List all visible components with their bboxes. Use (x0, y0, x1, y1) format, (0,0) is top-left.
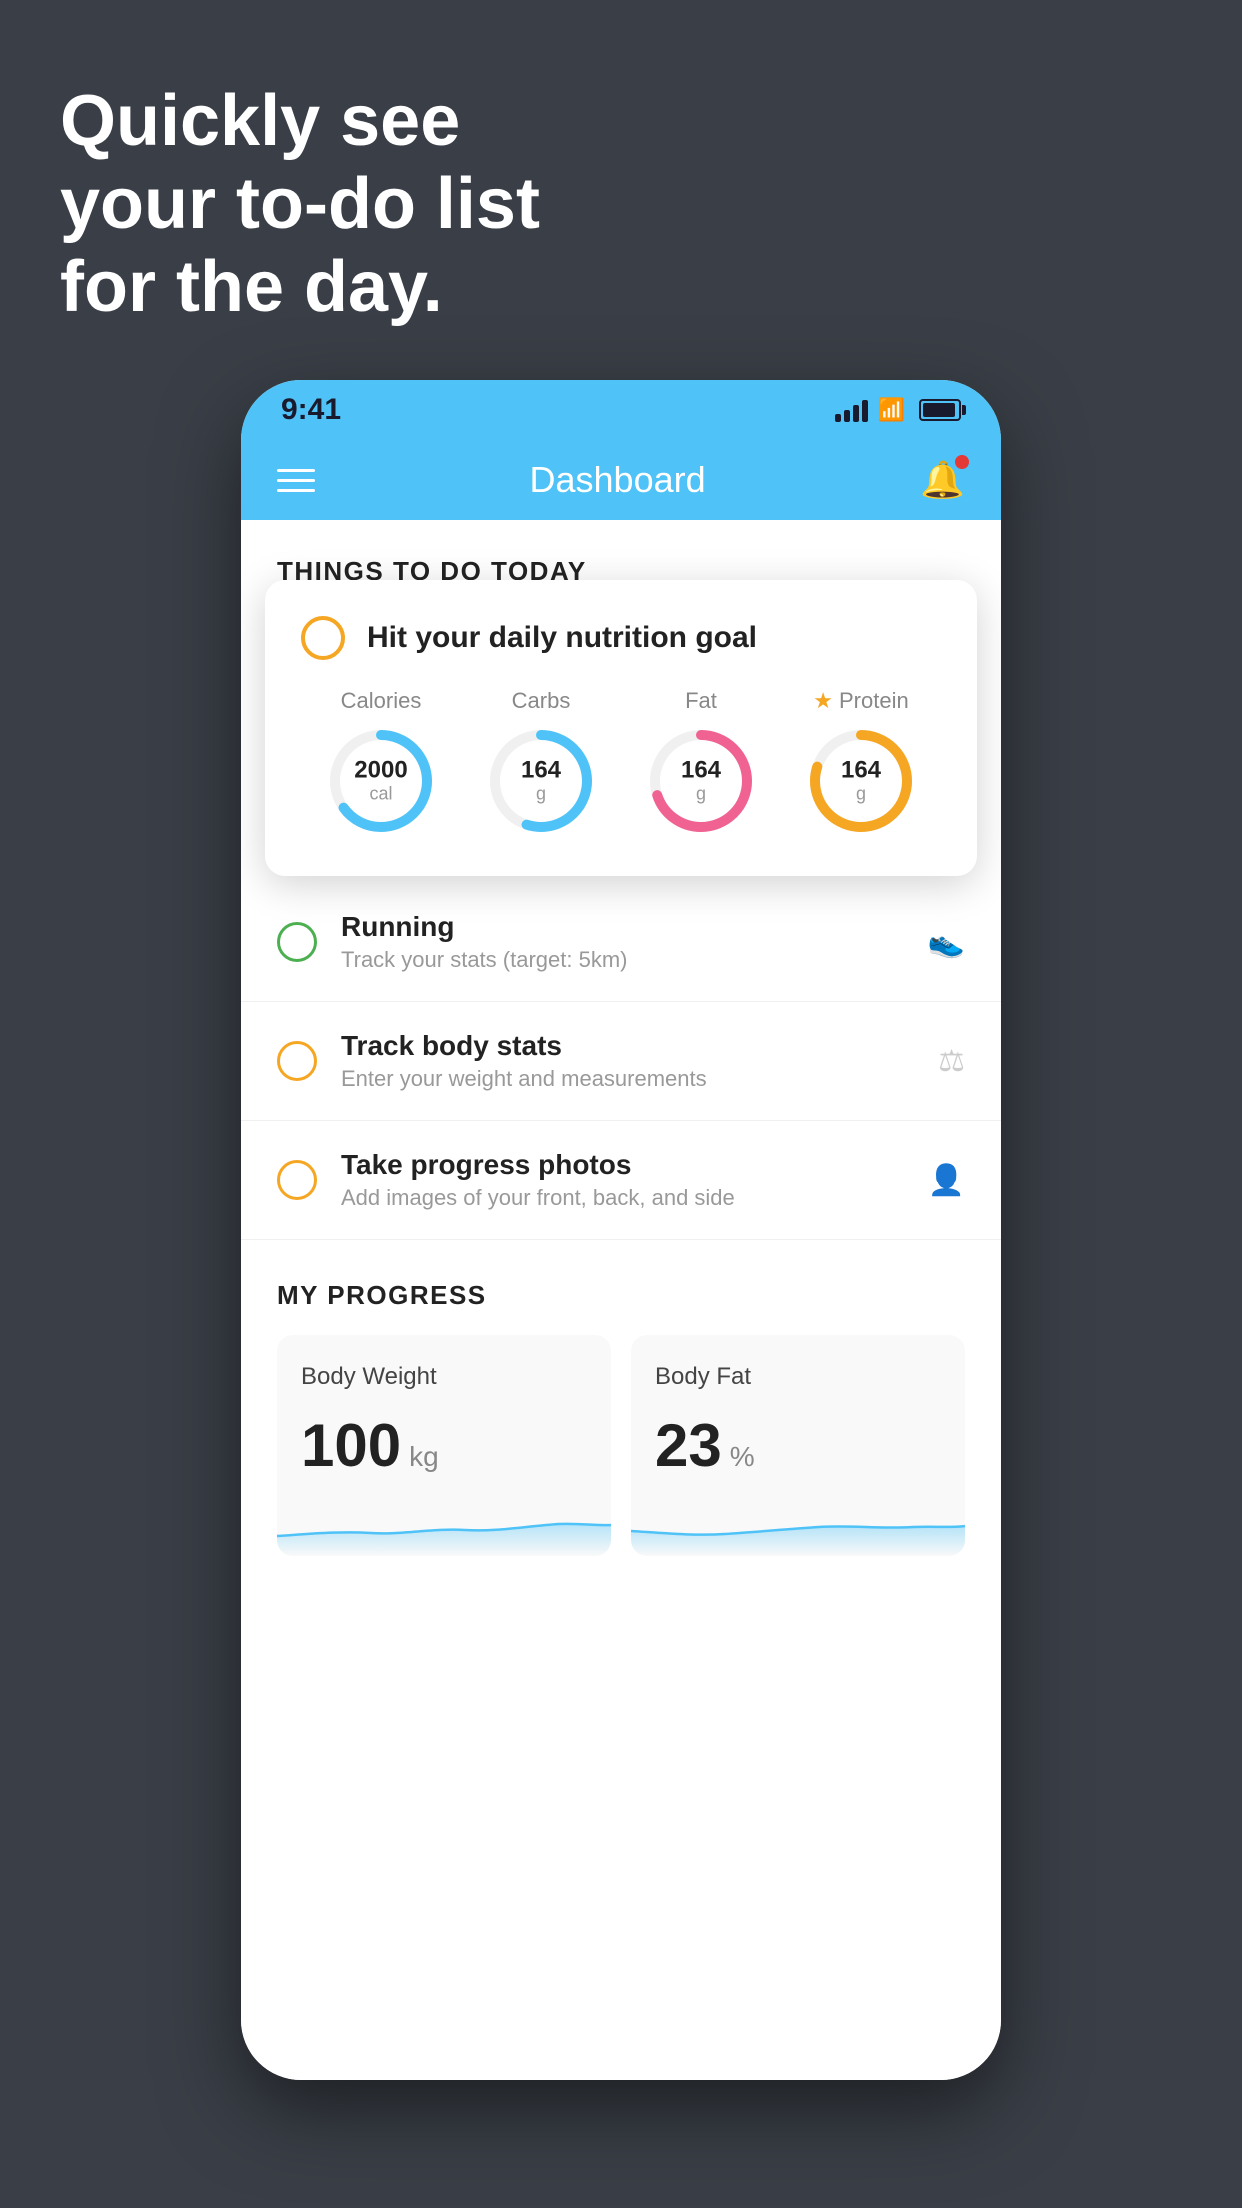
nutrition-card[interactable]: Hit your daily nutrition goal Calories 2 (265, 580, 977, 876)
status-bar: 9:41 📶 (241, 380, 1001, 440)
hamburger-menu[interactable] (277, 469, 315, 492)
todo-item-photos[interactable]: Take progress photos Add images of your … (241, 1121, 1001, 1240)
progress-card-title-weight: Body Weight (301, 1363, 587, 1391)
ring-label-fat: Fat (685, 688, 717, 714)
todo-title-running: Running (341, 911, 904, 943)
protein-label-text: Protein (839, 688, 909, 714)
ring-label-carbs: Carbs (512, 688, 571, 714)
ring-value-carbs: 164 (521, 757, 561, 783)
todo-text-body-stats: Track body stats Enter your weight and m… (341, 1030, 914, 1092)
ring-value-protein: 164 (841, 757, 881, 783)
signal-icon (835, 398, 868, 422)
todo-list: Running Track your stats (target: 5km) 👟… (241, 883, 1001, 1240)
ring-calories: Calories 2000 cal (326, 688, 436, 836)
background: Quickly see your to-do list for the day.… (0, 0, 1242, 2208)
ring-carbs: Carbs 164 g (486, 688, 596, 836)
content-area: THINGS TO DO TODAY Hit your daily nutrit… (241, 520, 1001, 2080)
progress-card-weight[interactable]: Body Weight 100 kg (277, 1335, 611, 1556)
todo-circle-photos (277, 1160, 317, 1200)
ring-label-protein: ★ Protein (813, 688, 908, 714)
notification-bell[interactable]: 🔔 (920, 459, 965, 501)
battery-icon (919, 399, 961, 421)
progress-section: MY PROGRESS Body Weight 100 kg (241, 1280, 1001, 1556)
card-title-row: Hit your daily nutrition goal (301, 616, 941, 660)
ring-container-carbs: 164 g (486, 726, 596, 836)
status-icons: 📶 (835, 397, 961, 423)
ring-container-calories: 2000 cal (326, 726, 436, 836)
person-icon: 👤 (928, 1163, 965, 1198)
scale-icon: ⚖ (938, 1044, 965, 1079)
nutrition-circle-indicator (301, 616, 345, 660)
nutrition-rings: Calories 2000 cal (301, 688, 941, 836)
nutrition-card-title: Hit your daily nutrition goal (367, 621, 757, 655)
progress-chart-weight (277, 1496, 611, 1556)
progress-number-weight: 100 (301, 1411, 401, 1480)
ring-unit-carbs: g (536, 784, 546, 804)
progress-title: MY PROGRESS (277, 1280, 965, 1311)
ring-fat: Fat 164 g (646, 688, 756, 836)
progress-unit-bodyfat: % (730, 1441, 755, 1473)
ring-unit-calories: cal (369, 784, 392, 804)
ring-value-fat: 164 (681, 757, 721, 783)
todo-subtitle-photos: Add images of your front, back, and side (341, 1185, 904, 1211)
nav-title: Dashboard (530, 459, 706, 501)
status-time: 9:41 (281, 393, 341, 427)
todo-text-running: Running Track your stats (target: 5km) (341, 911, 904, 973)
todo-subtitle-running: Track your stats (target: 5km) (341, 947, 904, 973)
hero-text: Quickly see your to-do list for the day. (60, 80, 540, 328)
wifi-icon: 📶 (878, 397, 905, 423)
phone: 9:41 📶 Dashboard 🔔 (241, 380, 1001, 2080)
todo-title-photos: Take progress photos (341, 1149, 904, 1181)
todo-item-body-stats[interactable]: Track body stats Enter your weight and m… (241, 1002, 1001, 1121)
ring-container-protein: 164 g (806, 726, 916, 836)
progress-unit-weight: kg (409, 1441, 439, 1473)
progress-card-title-bodyfat: Body Fat (655, 1363, 941, 1391)
running-icon: 👟 (928, 925, 965, 960)
todo-circle-running (277, 922, 317, 962)
notification-dot (955, 455, 969, 469)
ring-unit-fat: g (696, 784, 706, 804)
todo-circle-body-stats (277, 1041, 317, 1081)
todo-title-body-stats: Track body stats (341, 1030, 914, 1062)
ring-protein: ★ Protein 164 g (806, 688, 916, 836)
progress-value-row-weight: 100 kg (301, 1411, 587, 1480)
progress-number-bodyfat: 23 (655, 1411, 722, 1480)
nav-bar: Dashboard 🔔 (241, 440, 1001, 520)
ring-value-calories: 2000 (354, 757, 407, 783)
ring-label-calories: Calories (341, 688, 422, 714)
star-icon: ★ (813, 688, 833, 714)
todo-item-running[interactable]: Running Track your stats (target: 5km) 👟 (241, 883, 1001, 1002)
todo-text-photos: Take progress photos Add images of your … (341, 1149, 904, 1211)
progress-chart-bodyfat (631, 1496, 965, 1556)
ring-container-fat: 164 g (646, 726, 756, 836)
progress-cards: Body Weight 100 kg (277, 1335, 965, 1556)
progress-value-row-bodyfat: 23 % (655, 1411, 941, 1480)
todo-subtitle-body-stats: Enter your weight and measurements (341, 1066, 914, 1092)
progress-card-bodyfat[interactable]: Body Fat 23 % (631, 1335, 965, 1556)
ring-unit-protein: g (856, 784, 866, 804)
